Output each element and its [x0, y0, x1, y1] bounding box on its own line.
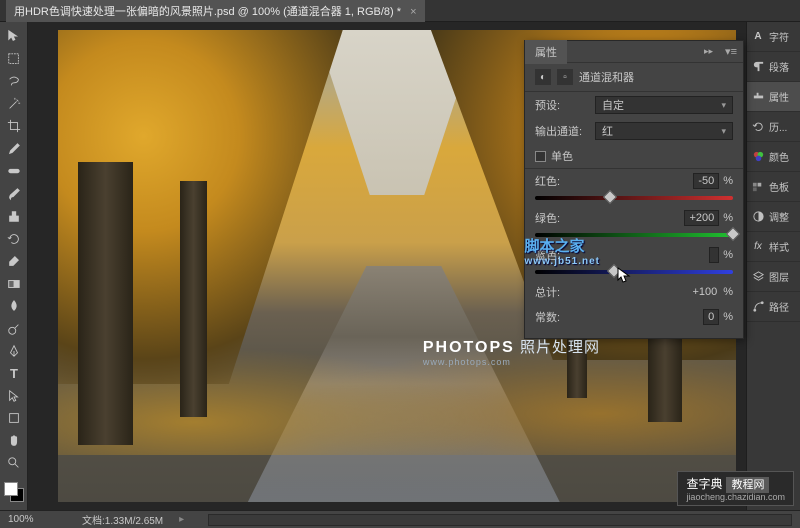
toolbox: T	[0, 22, 28, 510]
red-value[interactable]: -50	[693, 173, 719, 189]
preset-select[interactable]: 自定	[595, 96, 733, 114]
red-label: 红色:	[535, 173, 560, 189]
hand-tool-icon[interactable]	[2, 431, 26, 451]
adjustments-panel-button[interactable]: 调整	[747, 202, 800, 232]
panel-menu-icon[interactable]: ▾≡	[719, 45, 743, 58]
blur-tool-icon[interactable]	[2, 296, 26, 316]
properties-panel: 属性 ▸▸ ▾≡ ◐ ▫ 通道混和器 预设: 自定 输出通道: 红 单色 红色:…	[524, 40, 744, 339]
gradient-tool-icon[interactable]	[2, 273, 26, 293]
adjustment-title: 通道混和器	[579, 69, 634, 85]
character-panel-button[interactable]: A字符	[747, 22, 800, 52]
document-size: 文档:1.33M/2.65M	[82, 512, 163, 527]
cursor-icon	[617, 267, 631, 285]
zoom-field[interactable]: 100%	[8, 514, 66, 525]
constant-value[interactable]: 0	[703, 309, 719, 325]
output-channel-select[interactable]: 红	[595, 122, 733, 140]
layers-panel-button[interactable]: 图层	[747, 262, 800, 292]
swatches-panel-button[interactable]: 色板	[747, 172, 800, 202]
blue-slider[interactable]	[535, 266, 733, 278]
green-value[interactable]: +200	[684, 210, 719, 226]
foreground-color[interactable]	[4, 482, 18, 496]
type-tool-icon[interactable]: T	[2, 363, 26, 383]
watermark-photops: PHOTOPS 照片处理网 www.photops.com	[423, 336, 600, 367]
dodge-tool-icon[interactable]	[2, 318, 26, 338]
properties-panel-button[interactable]: 属性	[747, 82, 800, 112]
shape-tool-icon[interactable]	[2, 408, 26, 428]
heal-tool-icon[interactable]	[2, 161, 26, 181]
eraser-tool-icon[interactable]	[2, 251, 26, 271]
zoom-tool-icon[interactable]	[2, 453, 26, 473]
document-title: 用HDR色调快速处理一张偏暗的风景照片.psd @ 100% (通道混合器 1,…	[14, 6, 401, 18]
properties-tab[interactable]: 属性	[525, 40, 567, 64]
close-tab-icon[interactable]: ×	[410, 6, 416, 18]
monochrome-checkbox[interactable]	[535, 151, 546, 162]
mask-icon: ▫	[557, 69, 573, 85]
paths-panel-button[interactable]: 路径	[747, 292, 800, 322]
blue-value[interactable]	[709, 247, 719, 263]
status-bar: 100% 文档:1.33M/2.65M ▸	[0, 510, 800, 528]
history-panel-button[interactable]: 历...	[747, 112, 800, 142]
preset-label: 预设:	[535, 97, 589, 113]
brush-tool-icon[interactable]	[2, 183, 26, 203]
stamp-tool-icon[interactable]	[2, 206, 26, 226]
total-value: +100	[692, 286, 723, 298]
total-label: 总计:	[535, 284, 560, 300]
color-swatch[interactable]	[4, 482, 23, 504]
monochrome-label: 单色	[551, 148, 573, 164]
move-tool-icon[interactable]	[2, 26, 26, 46]
marquee-tool-icon[interactable]	[2, 48, 26, 68]
adjustment-icon: ◐	[535, 69, 551, 85]
paragraph-panel-button[interactable]: 段落	[747, 52, 800, 82]
red-slider[interactable]	[535, 192, 733, 204]
watermark-chazidian: 查字典教程网 jiaocheng.chazidian.com	[677, 471, 794, 506]
panel-expand-icon[interactable]: ▸▸	[698, 46, 719, 57]
color-panel-button[interactable]: 颜色	[747, 142, 800, 172]
crop-tool-icon[interactable]	[2, 116, 26, 136]
path-select-icon[interactable]	[2, 386, 26, 406]
title-bar: 用HDR色调快速处理一张偏暗的风景照片.psd @ 100% (通道混合器 1,…	[0, 0, 800, 22]
constant-label: 常数:	[535, 309, 560, 325]
horizontal-scrollbar[interactable]	[208, 514, 792, 526]
pen-tool-icon[interactable]	[2, 341, 26, 361]
panel-dock: A字符 段落 属性 历... 颜色 色板 调整 fx样式 图层 路径	[746, 22, 800, 510]
styles-panel-button[interactable]: fx样式	[747, 232, 800, 262]
eyedropper-tool-icon[interactable]	[2, 138, 26, 158]
document-tab[interactable]: 用HDR色调快速处理一张偏暗的风景照片.psd @ 100% (通道混合器 1,…	[6, 0, 425, 22]
history-brush-icon[interactable]	[2, 228, 26, 248]
output-channel-label: 输出通道:	[535, 123, 589, 139]
wand-tool-icon[interactable]	[2, 93, 26, 113]
lasso-tool-icon[interactable]	[2, 71, 26, 91]
watermark-jb51: 脚本之家 www.jb51.net	[524, 235, 600, 267]
green-label: 绿色:	[535, 210, 560, 226]
